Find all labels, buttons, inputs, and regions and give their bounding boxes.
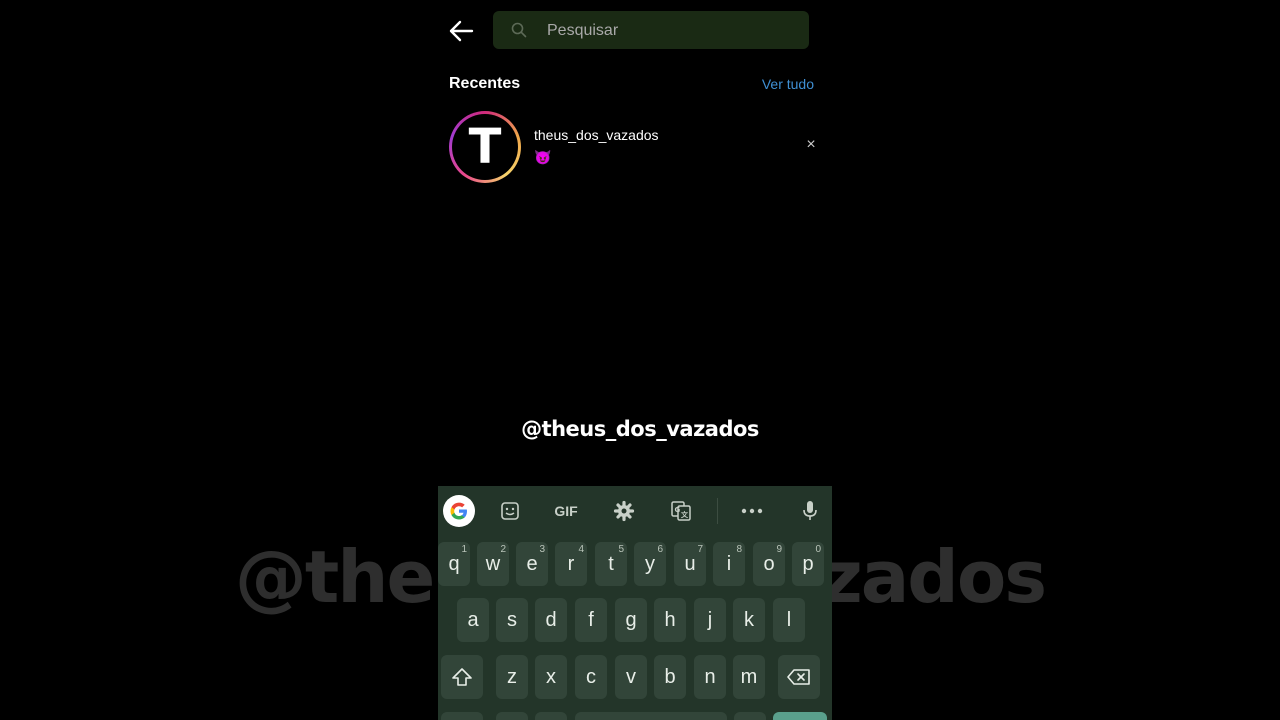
key-label: u	[684, 552, 696, 575]
key-label: i	[726, 552, 732, 575]
sticker-icon[interactable]	[493, 496, 527, 526]
settings-icon[interactable]	[607, 496, 641, 526]
remove-recent-icon[interactable]: ×	[801, 135, 821, 155]
key-i[interactable]: i8	[713, 542, 745, 586]
key-m[interactable]: m	[733, 655, 765, 699]
translate-icon[interactable]: G 文	[664, 496, 698, 526]
key-hint: 7	[697, 544, 703, 555]
key-v[interactable]: v	[615, 655, 647, 699]
key-label: w	[485, 552, 501, 575]
key-hint: 3	[539, 544, 545, 555]
key-hint: 8	[736, 544, 742, 555]
key-label: e	[526, 552, 538, 575]
key-u[interactable]: u7	[674, 542, 706, 586]
shift-icon	[452, 668, 472, 686]
space-key[interactable]	[575, 712, 727, 720]
key-g[interactable]: g	[615, 598, 647, 642]
google-icon[interactable]	[442, 495, 476, 527]
key-n[interactable]: n	[694, 655, 726, 699]
search-icon	[511, 22, 527, 38]
svg-text:G: G	[675, 506, 681, 514]
key-hint: 0	[815, 544, 821, 555]
key-q[interactable]: q1	[438, 542, 470, 586]
key-p[interactable]: p0	[792, 542, 824, 586]
key-s[interactable]: s	[496, 598, 528, 642]
symbols-key[interactable]	[441, 712, 483, 720]
search-bar[interactable]	[493, 11, 809, 51]
key-e[interactable]: e3	[516, 542, 548, 586]
gif-button[interactable]: GIF	[549, 496, 583, 526]
avatar-story-ring: T	[449, 111, 521, 183]
key-y[interactable]: y6	[634, 542, 666, 586]
key-l[interactable]: l	[773, 598, 805, 642]
key-hint: 1	[461, 544, 467, 555]
key-hint: 4	[578, 544, 584, 555]
phone-screen: Recentes Ver tudo T theus_dos_vazados 😈 …	[438, 0, 832, 720]
key-label: q	[448, 552, 460, 575]
search-input[interactable]	[545, 11, 799, 51]
see-all-link[interactable]: Ver tudo	[762, 76, 814, 92]
backspace-icon	[787, 669, 810, 685]
key-t[interactable]: t5	[595, 542, 627, 586]
key-r[interactable]: r4	[555, 542, 587, 586]
key-label: p	[802, 552, 814, 575]
key-label: t	[608, 552, 614, 575]
keyboard-toolbar: GIF G 文	[438, 486, 832, 536]
emoji-key[interactable]	[535, 712, 567, 720]
recent-subtitle: 😈	[534, 149, 552, 165]
key-h[interactable]: h	[654, 598, 686, 642]
recent-username: theus_dos_vazados	[534, 127, 659, 143]
mic-icon[interactable]	[793, 496, 827, 526]
comma-key[interactable]	[496, 712, 528, 720]
recent-search-item[interactable]: T theus_dos_vazados 😈 ×	[449, 111, 821, 183]
key-c[interactable]: c	[575, 655, 607, 699]
key-w[interactable]: w2	[477, 542, 509, 586]
more-icon[interactable]	[735, 496, 769, 526]
key-z[interactable]: z	[496, 655, 528, 699]
key-hint: 6	[657, 544, 663, 555]
key-o[interactable]: o9	[753, 542, 785, 586]
key-label: y	[645, 552, 655, 575]
recent-heading: Recentes	[449, 75, 521, 92]
svg-text:文: 文	[681, 510, 689, 519]
key-hint: 5	[618, 544, 624, 555]
key-d[interactable]: d	[535, 598, 567, 642]
key-j[interactable]: j	[694, 598, 726, 642]
key-k[interactable]: k	[733, 598, 765, 642]
enter-key[interactable]	[773, 712, 827, 720]
backspace-key[interactable]	[778, 655, 820, 699]
key-hint: 2	[500, 544, 506, 555]
key-label: o	[763, 552, 775, 575]
toolbar-divider	[717, 498, 718, 524]
key-label: r	[567, 552, 575, 575]
key-b[interactable]: b	[654, 655, 686, 699]
key-hint: 9	[776, 544, 782, 555]
key-x[interactable]: x	[535, 655, 567, 699]
back-arrow-icon[interactable]	[448, 18, 474, 44]
overlay-handle-text: @theus_dos_vazados	[521, 417, 759, 441]
avatar: T	[452, 114, 518, 180]
on-screen-keyboard: GIF G 文 q 1 w 2 e 3 r 4 t 5 y 6 u 7 i 8 …	[438, 486, 832, 720]
key-f[interactable]: f	[575, 598, 607, 642]
period-key[interactable]	[734, 712, 766, 720]
key-a[interactable]: a	[457, 598, 489, 642]
avatar-letter: T	[468, 119, 502, 175]
shift-key[interactable]	[441, 655, 483, 699]
